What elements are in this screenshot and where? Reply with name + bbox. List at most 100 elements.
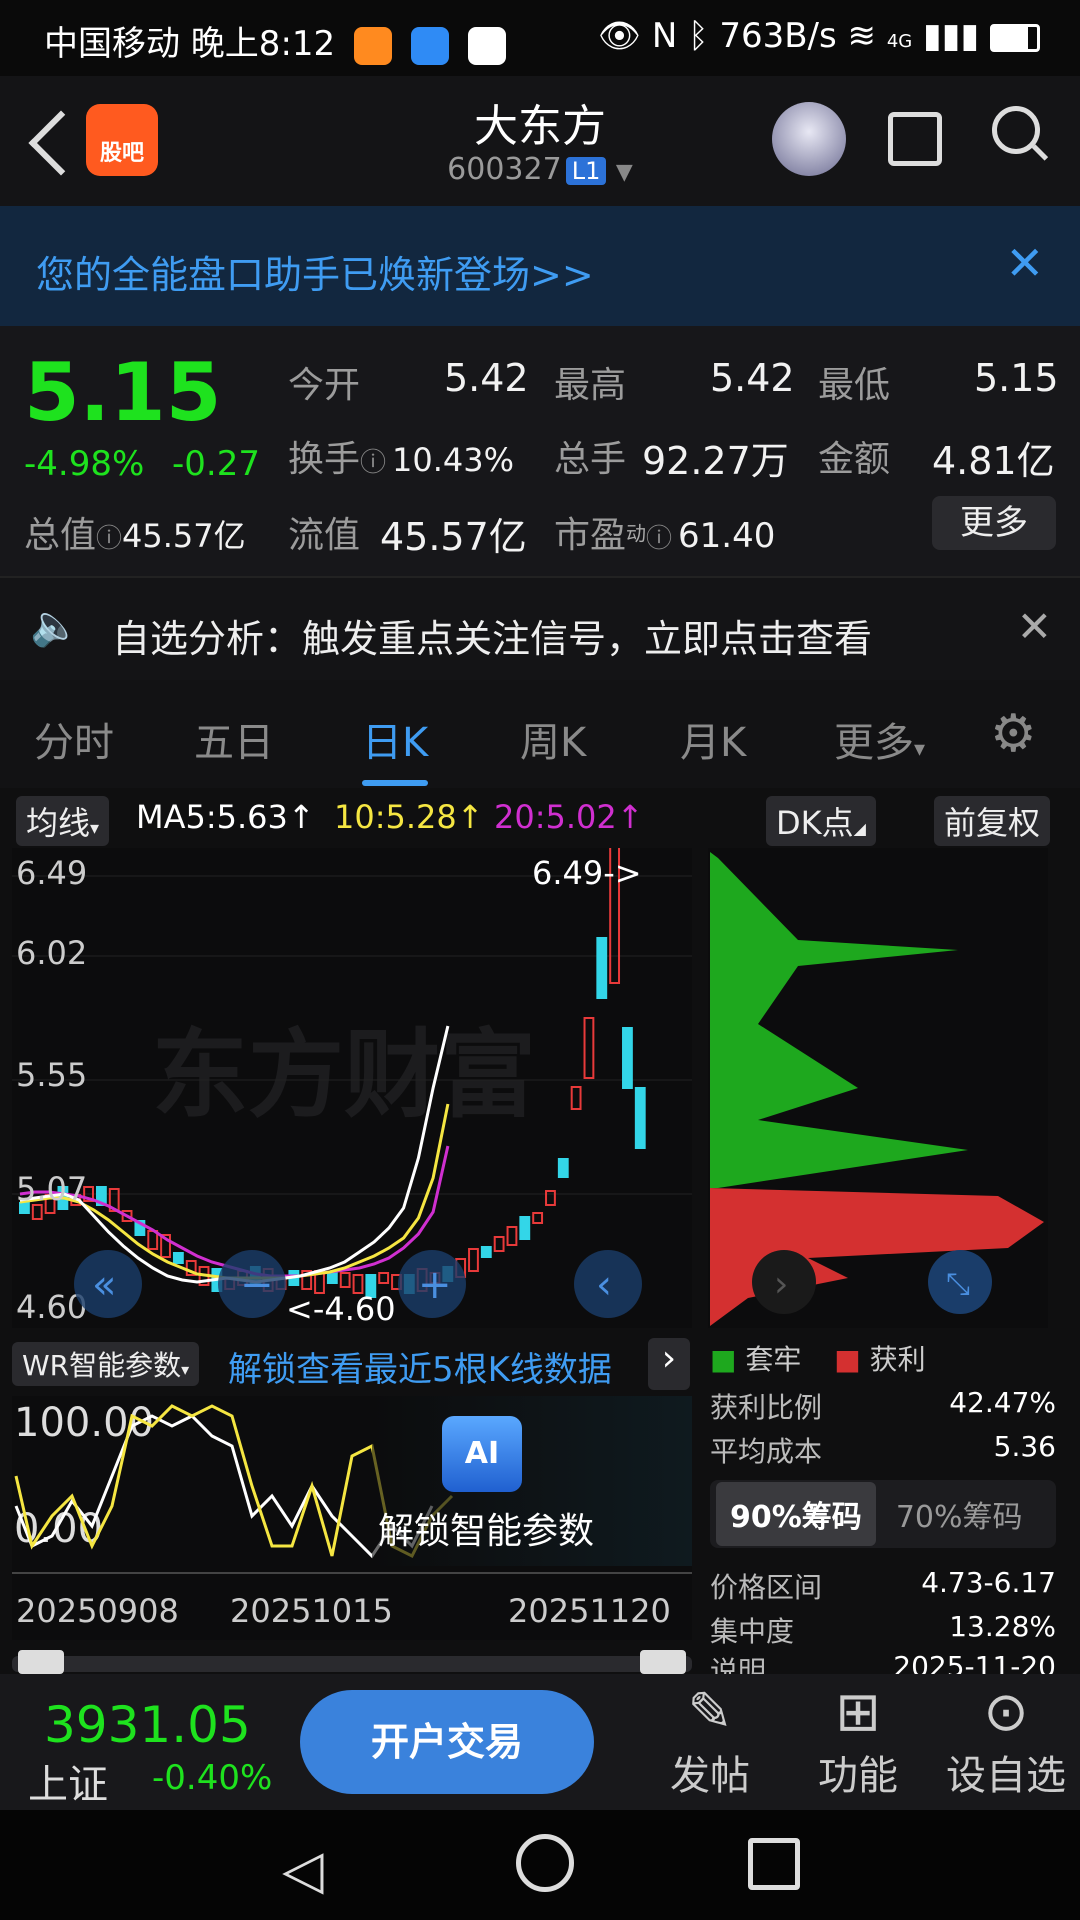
quote-panel: 5.15 -4.98% -0.27 总值ⓘ45.57亿 今开 5.42 最高 5… [0, 326, 1080, 576]
unlock-kline-link[interactable]: 解锁查看最近5根K线数据 [228, 1342, 612, 1391]
info-icon[interactable]: ⓘ [646, 524, 672, 554]
wr-y-tick: 100.00 [14, 1400, 154, 1446]
robot-assistant-icon[interactable] [772, 102, 846, 176]
candle [339, 1272, 351, 1288]
candle [506, 1226, 518, 1246]
net-speed: 763B/s [719, 16, 837, 56]
info-icon[interactable]: ⓘ [360, 448, 386, 478]
concentration-label: 集中度 [710, 1615, 795, 1648]
nav-home-icon[interactable] [516, 1834, 574, 1892]
tab-intraday[interactable]: 分时 [34, 710, 114, 768]
share-icon[interactable] [888, 112, 942, 166]
note-date: 2025-11-20 [893, 1650, 1056, 1674]
grid-icon: ⊞ [835, 1680, 881, 1743]
chevron-right-icon[interactable]: › [648, 1338, 690, 1390]
ai-unlock-overlay[interactable]: AI 解锁智能参数 [372, 1396, 692, 1566]
chip-legend: ■ 套牢 ■ 获利 [710, 1338, 1056, 1386]
signal-icon: ▮▮▮ [923, 16, 980, 56]
low-value: 5.15 [974, 356, 1059, 400]
pe: 市盈动ⓘ 61.40 [554, 506, 775, 558]
ai-badge-icon: AI [442, 1416, 522, 1492]
promo-banner[interactable]: 您的全能盘口助手已焕新登场>> ✕ [0, 206, 1080, 326]
nav-recents-icon[interactable] [748, 1838, 800, 1890]
add-watchlist-label: 设自选 [946, 1753, 1066, 1799]
tab-five-day[interactable]: 五日 [194, 710, 274, 768]
period-tabs: 分时 五日 日K 周K 月K 更多▾ ⚙ [0, 680, 1080, 788]
close-icon[interactable]: ✕ [1005, 236, 1044, 290]
nav-back-icon[interactable]: ◁ [282, 1838, 324, 1901]
kline-chart[interactable]: 东方财富 6.49 6.02 5.55 5.07 4.60 6.49-> <-4… [12, 792, 692, 1328]
index-value[interactable]: 3931.05 [44, 1696, 251, 1754]
ma5-value: MA5:5.63 [136, 798, 288, 836]
chevron-left-icon: ‹ [596, 1262, 612, 1308]
float-cap-label: 流值 [288, 515, 361, 556]
slider-handle-right[interactable] [640, 1650, 686, 1674]
status-bar: 中国移动 晚上8:12 👁 N ᛒ 763B/s ≋ 4G ▮▮▮ [0, 0, 1080, 76]
search-icon[interactable] [992, 106, 1040, 154]
open-account-trade-button[interactable]: 开户交易 [300, 1690, 594, 1794]
open-label: 今开 [288, 365, 361, 406]
slider-handle-left[interactable] [18, 1650, 64, 1674]
function-button[interactable]: ⊞ 功能 [808, 1680, 908, 1801]
profit-legend: 获利 [869, 1343, 926, 1376]
gear-icon[interactable]: ⚙ [990, 704, 1037, 764]
minus-icon: − [240, 1262, 274, 1308]
wr-select-label: WR智能参数 [22, 1349, 182, 1382]
banner-text: 您的全能盘口助手已焕新登场>> [36, 253, 594, 297]
ma10-label: 10:5.28↑ [334, 798, 484, 836]
candle [468, 1248, 479, 1272]
y-tick: 5.07 [16, 1170, 87, 1208]
pe-value: 61.40 [678, 516, 776, 556]
dk-point-select[interactable]: DK点◢ [766, 796, 876, 846]
date-axis: 20250908 20251015 20251120 [12, 1572, 692, 1642]
candle [557, 1158, 569, 1178]
y-tick: 6.02 [16, 934, 87, 972]
eye-icon: 👁 [597, 16, 642, 56]
ma10-value: 10:5.28 [334, 798, 457, 836]
tab-70-chips[interactable]: 70%筹码 [876, 1482, 1043, 1546]
profit-ratio-value: 42.47% [949, 1386, 1056, 1419]
chip-distribution-chart[interactable]: › ⤡ [708, 848, 1048, 1328]
info-icon[interactable]: ⓘ [96, 524, 122, 554]
low-label: 最低 [818, 365, 891, 406]
function-label: 功能 [818, 1753, 898, 1799]
total-cap-value: 45.57亿 [122, 517, 246, 555]
change-value: -0.27 [172, 444, 260, 484]
stock-code: 600327 [447, 152, 562, 187]
candle [378, 1272, 390, 1284]
more-button[interactable]: 更多 [932, 496, 1056, 550]
amount-value: 4.81亿 [932, 439, 1055, 483]
ma-select[interactable]: 均线▾ [16, 796, 110, 846]
wr-select[interactable]: WR智能参数▾ [12, 1342, 200, 1386]
kline-svg: 东方财富 6.49 6.02 5.55 5.07 4.60 6.49-> <-4… [12, 792, 692, 1328]
tab-monthly-k[interactable]: 月K [680, 710, 746, 768]
index-change: -0.40% [152, 1758, 273, 1798]
system-nav-bar: ◁ [0, 1810, 1080, 1920]
tab-daily-k[interactable]: 日K [362, 710, 429, 786]
header: 股吧 大东方 600327 L1 ▼ [0, 76, 1080, 206]
chip-stats: ■ 套牢 ■ 获利 获利比例 42.47% 平均成本 5.36 90%筹码 70%筹… [710, 1338, 1056, 1674]
post-button[interactable]: ✎ 发帖 [660, 1680, 760, 1801]
dk-label: DK点 [776, 804, 854, 842]
tab-90-chips[interactable]: 90%筹码 [716, 1482, 876, 1546]
turnover: 换手ⓘ 10.43% [288, 430, 514, 482]
adjust-select[interactable]: 前复权 [934, 796, 1051, 846]
bluetooth-icon: ᛒ [688, 16, 709, 56]
tab-weekly-k[interactable]: 周K [520, 710, 586, 768]
close-icon[interactable]: ✕ [1017, 602, 1052, 651]
level-badge: L1 [565, 157, 607, 185]
turnover-label: 换手 [288, 439, 361, 480]
tab-more[interactable]: 更多▾ [834, 710, 925, 768]
turnover-value: 10.43% [392, 441, 515, 479]
range-slider[interactable] [12, 1650, 692, 1674]
chip-svg: › ⤡ [710, 852, 1044, 1326]
pe-sup: 动 [626, 521, 647, 546]
notice-bar[interactable]: 🔈 自选分析：触发重点关注信号，立即点击查看 ✕ [0, 576, 1080, 682]
price-range-row: 价格区间 4.73-6.17 [710, 1566, 1056, 1610]
trapped-legend-swatch: ■ [710, 1343, 737, 1376]
float-cap-value: 45.57亿 [380, 515, 527, 559]
chevron-down-icon: ▾ [90, 818, 100, 839]
add-watchlist-button[interactable]: ⊙ 设自选 [936, 1680, 1076, 1801]
chevron-down-icon: ▾ [181, 1360, 190, 1379]
candle [519, 1216, 531, 1240]
